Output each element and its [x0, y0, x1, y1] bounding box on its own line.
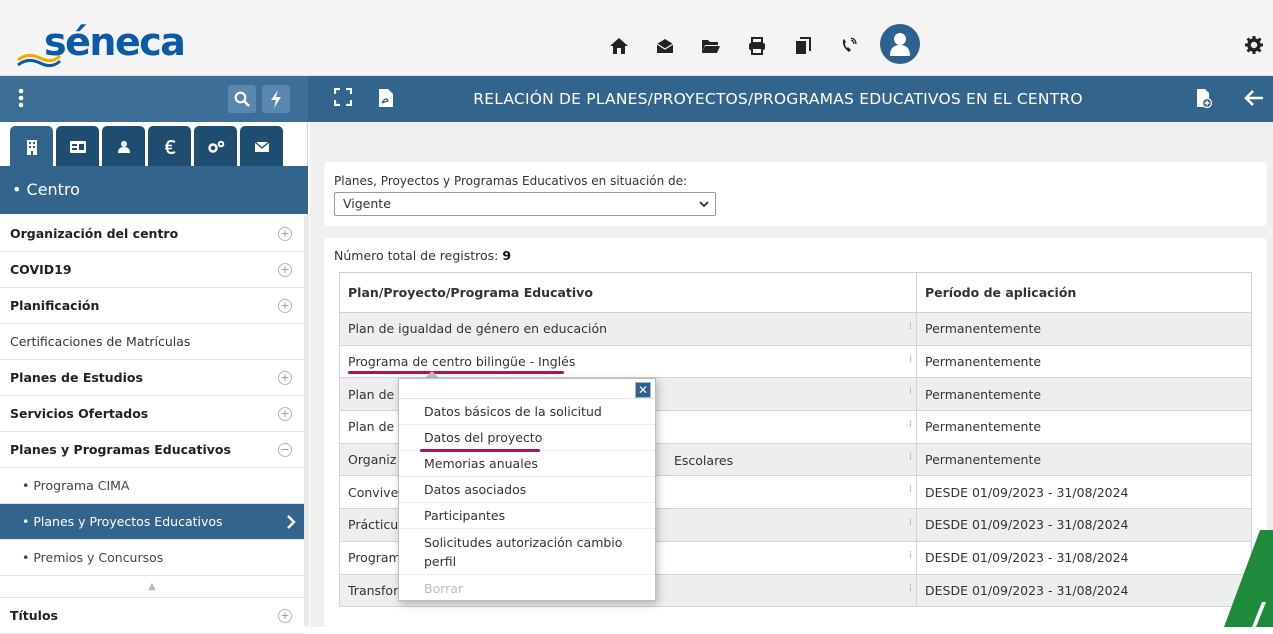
inbox-icon[interactable]: [642, 30, 688, 62]
sidebar-toolbar: [0, 76, 308, 122]
sidebar-item-planes-estudios[interactable]: Planes de Estudios +: [0, 360, 304, 396]
expand-icon[interactable]: +: [278, 262, 292, 277]
pdf-icon[interactable]: [378, 88, 394, 112]
row-menu-icon[interactable]: ⁞: [909, 452, 912, 463]
sidebar: • Centro Organización del centro + COVID1…: [0, 122, 309, 634]
user-avatar-icon[interactable]: [880, 24, 920, 64]
chevron-right-icon: [287, 514, 296, 529]
sidebar-item-planes-programas[interactable]: Planes y Programas Educativos −: [0, 432, 304, 468]
sidebar-tabs: [10, 126, 286, 168]
sidebar-item-programa-cima[interactable]: • Programa CIMA: [0, 468, 304, 504]
menu-item-datos-basicos[interactable]: Datos básicos de la solicitud: [399, 399, 655, 425]
tab-gestion-economica[interactable]: [148, 126, 191, 168]
gears-icon: [207, 140, 224, 153]
popup-header: ✕: [399, 379, 655, 399]
tab-alumnado[interactable]: [102, 126, 145, 168]
expand-icon[interactable]: +: [278, 226, 292, 241]
home-icon[interactable]: [596, 30, 642, 62]
kebab-menu-icon[interactable]: [18, 88, 24, 112]
sidebar-menu: Organización del centro + COVID19 + Planif…: [0, 216, 304, 634]
records-count: Número total de registros: 9: [334, 248, 512, 263]
mail-icon: [254, 142, 269, 152]
menu-item-participantes[interactable]: Participantes: [399, 503, 655, 529]
lightning-icon: [271, 90, 281, 108]
row-menu-icon[interactable]: ⁞: [909, 386, 912, 397]
highlight-underline: [348, 371, 564, 374]
back-arrow-icon[interactable]: [1244, 89, 1264, 111]
menu-item-datos-asociados[interactable]: Datos asociados: [399, 477, 655, 503]
row-menu-icon[interactable]: ⁞: [909, 550, 912, 561]
column-header-periodo[interactable]: Período de aplicación: [916, 272, 1252, 313]
tab-utilidades[interactable]: [194, 126, 237, 168]
sidebar-scrollbar[interactable]: [304, 216, 309, 626]
chevron-down-icon: [699, 193, 709, 224]
top-bar: séneca: [0, 0, 1273, 76]
sidebar-item-certificaciones[interactable]: Certificaciones de Matrículas: [0, 324, 304, 360]
row-menu-icon[interactable]: ⁞: [909, 354, 912, 365]
tab-centro[interactable]: [10, 126, 53, 168]
column-header-plan[interactable]: Plan/Proyecto/Programa Educativo: [339, 272, 917, 313]
menu-item-memorias[interactable]: Memorias anuales: [399, 451, 655, 477]
row-menu-icon[interactable]: ⁞: [909, 321, 912, 332]
row-menu-icon[interactable]: ⁞: [909, 583, 912, 594]
popup-pointer: [425, 371, 439, 378]
id-card-icon: [69, 141, 86, 153]
folder-icon[interactable]: [688, 30, 734, 62]
phone-icon[interactable]: [826, 30, 872, 62]
copy-icon[interactable]: [780, 30, 826, 62]
filter-label: Planes, Proyectos y Programas Educativos…: [334, 174, 688, 188]
decorative-slash-icon: [1224, 530, 1273, 627]
people-icon: [117, 141, 130, 153]
title-bar: RELACIÓN DE PLANES/PROYECTOS/PROGRAMAS E…: [0, 76, 1273, 122]
scroll-up-icon[interactable]: ▲: [0, 576, 304, 598]
sidebar-item-planes-proyectos[interactable]: • Planes y Proyectos Educativos: [0, 504, 304, 540]
tab-personal[interactable]: [56, 126, 99, 168]
new-document-icon[interactable]: [1196, 88, 1213, 112]
app-logo[interactable]: séneca: [44, 20, 186, 64]
sidebar-item-servicios-ofertados[interactable]: Servicios Ofertados +: [0, 396, 304, 432]
tab-mensajes[interactable]: [240, 126, 283, 168]
sidebar-item-covid19[interactable]: COVID19 +: [0, 252, 304, 288]
collapse-icon[interactable]: −: [278, 442, 292, 457]
close-icon[interactable]: ✕: [635, 382, 651, 398]
menu-item-solicitudes[interactable]: Solicitudes autorización cambio perfil: [399, 529, 655, 575]
expand-icon[interactable]: +: [278, 298, 292, 313]
sidebar-item-organizacion[interactable]: Organización del centro +: [0, 216, 304, 252]
row-context-menu: ✕ Datos básicos de la solicitud Datos de…: [398, 378, 656, 601]
page-title: RELACIÓN DE PLANES/PROYECTOS/PROGRAMAS E…: [473, 90, 1083, 108]
filter-panel: Planes, Proyectos y Programas Educativos…: [324, 162, 1267, 226]
building-icon: [26, 140, 37, 155]
fullscreen-icon[interactable]: [333, 87, 353, 110]
sidebar-item-premios[interactable]: • Premios y Concursos: [0, 540, 304, 576]
row-menu-icon[interactable]: ⁞: [909, 484, 912, 495]
sidebar-item-planificacion[interactable]: Planificación +: [0, 288, 304, 324]
quick-access-button[interactable]: [262, 85, 290, 113]
euro-icon: [164, 140, 175, 154]
menu-item-borrar: Borrar: [424, 580, 464, 596]
menu-item-datos-proyecto[interactable]: Datos del proyecto: [399, 425, 655, 451]
sidebar-section-title[interactable]: • Centro: [0, 166, 308, 214]
search-button[interactable]: [228, 85, 256, 113]
row-menu-icon[interactable]: ⁞: [909, 419, 912, 430]
row-menu-icon[interactable]: ⁞: [909, 517, 912, 528]
table-row[interactable]: Plan de igualdad de género en educación ⁞…: [339, 312, 1252, 346]
sidebar-item-titulos[interactable]: Títulos +: [0, 598, 304, 634]
status-select[interactable]: Vigente: [334, 192, 716, 216]
expand-icon[interactable]: +: [278, 608, 292, 623]
search-icon: [234, 91, 250, 107]
print-icon[interactable]: [734, 30, 780, 62]
highlight-underline: [420, 449, 540, 452]
expand-icon[interactable]: +: [278, 406, 292, 421]
expand-icon[interactable]: +: [278, 370, 292, 385]
gear-icon[interactable]: [1245, 36, 1263, 58]
